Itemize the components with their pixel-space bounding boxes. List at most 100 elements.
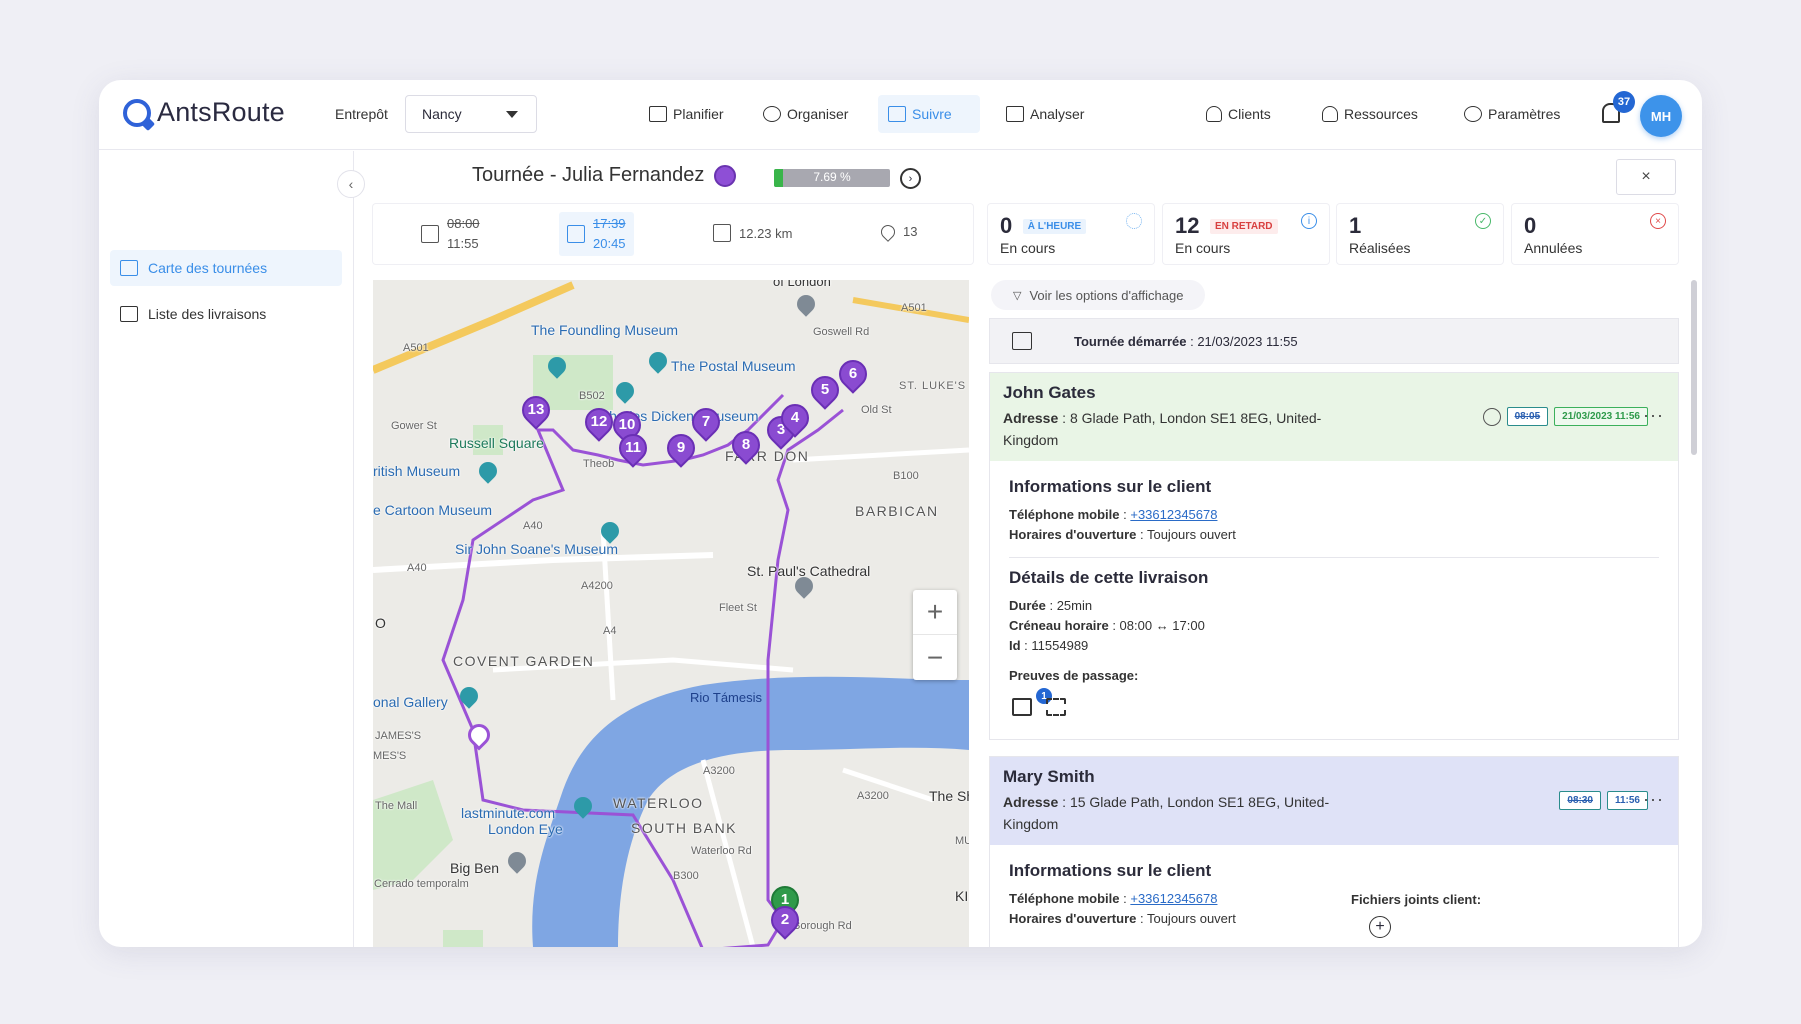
status-card-done[interactable]: 1 Réalisées ✓ bbox=[1337, 204, 1503, 264]
filter-icon: ▽ bbox=[1013, 289, 1022, 302]
avatar[interactable]: MH bbox=[1640, 95, 1682, 137]
sidebar-item-label: Liste des livraisons bbox=[148, 306, 267, 322]
nav-clients[interactable]: Clients bbox=[1196, 95, 1281, 133]
stat-stops: 13 bbox=[878, 221, 917, 242]
stop-number: 6 bbox=[848, 365, 858, 382]
time-chips: 08:30 11:56 bbox=[1559, 791, 1648, 810]
map-label-b502: B502 bbox=[579, 390, 605, 402]
map-label-londoneye: London Eye bbox=[488, 821, 563, 837]
map-label-james: JAMES'S bbox=[375, 730, 422, 742]
nav-label: Analyser bbox=[1030, 106, 1085, 122]
nav-parametres[interactable]: Paramètres bbox=[1454, 95, 1570, 133]
map-label-borough: Borough Rd bbox=[793, 920, 852, 932]
map-label-ki: KI bbox=[955, 888, 969, 904]
nav-ressources[interactable]: Ressources bbox=[1312, 95, 1428, 133]
map-label-lastminute: lastminute.com bbox=[461, 805, 556, 821]
map-label-a501: A501 bbox=[403, 342, 429, 354]
dashboard-icon bbox=[763, 106, 781, 122]
id-line: Id : 11554989 bbox=[1009, 638, 1089, 653]
status-count: 0 bbox=[1000, 213, 1013, 238]
section-title: Informations sur le client bbox=[1009, 477, 1212, 496]
planned-time-chip: 08:30 bbox=[1559, 791, 1601, 810]
nav-planifier[interactable]: Planifier bbox=[639, 95, 734, 133]
delivery-card[interactable]: Mary Smith Adresse : 15 Glade Path, Lond… bbox=[989, 756, 1679, 947]
duration-line: Durée : 25min bbox=[1009, 598, 1093, 613]
progress-text: 7.69 % bbox=[813, 170, 851, 184]
status-card-on-time[interactable]: 0 À L'HEURE En cours bbox=[988, 204, 1154, 264]
chevron-left-icon: ‹ bbox=[348, 176, 354, 192]
map-label-a4: A4 bbox=[603, 625, 617, 637]
map-label-thesh: The Sh bbox=[929, 788, 969, 804]
map-icon bbox=[120, 260, 138, 276]
time-chips: 08:05 21/03/2023 11:56 bbox=[1482, 407, 1648, 426]
collapse-sidebar-button[interactable]: ‹ bbox=[337, 170, 365, 198]
entrepot-select[interactable]: Nancy bbox=[405, 95, 537, 133]
group-icon bbox=[1206, 106, 1222, 122]
delivery-card[interactable]: John Gates Adresse : 8 Glade Path, Londo… bbox=[989, 372, 1679, 740]
nav-suivre[interactable]: Suivre bbox=[878, 95, 980, 133]
started-sep: : bbox=[1186, 333, 1198, 349]
map-label-gower: Gower St bbox=[391, 420, 437, 432]
address-label: Adresse bbox=[1003, 794, 1059, 810]
no-signature-icon[interactable] bbox=[1046, 698, 1066, 716]
slot-label: Créneau horaire bbox=[1009, 618, 1109, 633]
map-label-british: ritish Museum bbox=[373, 463, 461, 479]
flag-icon bbox=[1012, 332, 1032, 350]
stop-number: 8 bbox=[741, 436, 751, 453]
more-options-icon[interactable]: ··· bbox=[1643, 405, 1664, 426]
nav-label: Ressources bbox=[1344, 106, 1418, 122]
display-options-button[interactable]: ▽ Voir les options d'affichage bbox=[991, 280, 1206, 310]
nav-analyser[interactable]: Analyser bbox=[996, 95, 1094, 133]
zoom-in-button[interactable]: + bbox=[913, 590, 957, 635]
hours-value: Toujours ouvert bbox=[1146, 527, 1236, 542]
sidebar-item-livraisons[interactable]: Liste des livraisons bbox=[110, 296, 342, 332]
route-map[interactable]: The Foundling Museum The Postal Museum C… bbox=[373, 280, 969, 947]
tour-color-dot[interactable] bbox=[714, 164, 737, 187]
logo[interactable]: AntsRoute bbox=[123, 97, 285, 128]
nav-label: Paramètres bbox=[1488, 106, 1561, 122]
start-actual: 11:55 bbox=[447, 236, 479, 251]
distance-icon bbox=[713, 224, 731, 242]
phone-link[interactable]: +33612345678 bbox=[1130, 891, 1217, 906]
notification-badge: 37 bbox=[1613, 91, 1635, 113]
panel-scrollbar[interactable] bbox=[1691, 280, 1697, 455]
address-label: Adresse bbox=[1003, 410, 1059, 426]
map-label-foundling: The Foundling Museum bbox=[531, 322, 679, 338]
stat-start: 08:00 11:55 bbox=[421, 214, 480, 254]
logo-text: AntsRoute bbox=[157, 97, 285, 127]
next-tour-button[interactable]: › bbox=[900, 168, 921, 189]
planned-time-chip: 08:05 bbox=[1506, 407, 1549, 426]
hours-line: Horaires d'ouverture : Toujours ouvert bbox=[1009, 911, 1236, 926]
more-options-icon[interactable]: ··· bbox=[1643, 789, 1664, 810]
image-icon[interactable] bbox=[1012, 698, 1032, 716]
target-icon[interactable] bbox=[1482, 407, 1501, 426]
map-label-postal: The Postal Museum bbox=[671, 358, 796, 374]
status-card-cancelled[interactable]: 0 Annulées × bbox=[1512, 204, 1678, 264]
zoom-out-button[interactable]: − bbox=[913, 635, 957, 680]
finish-flag-icon bbox=[567, 225, 585, 243]
display-options-label: Voir les options d'affichage bbox=[1029, 287, 1184, 303]
close-button[interactable]: × bbox=[1616, 159, 1676, 195]
status-card-late[interactable]: 12 EN RETARD En cours i bbox=[1163, 204, 1329, 264]
delivery-card-header: Mary Smith Adresse : 15 Glade Path, Lond… bbox=[990, 757, 1678, 845]
map-label-stpauls: St. Paul's Cathedral bbox=[747, 563, 871, 579]
id-value: 11554989 bbox=[1031, 638, 1089, 653]
proofs-line: Preuves de passage: bbox=[1009, 666, 1659, 686]
stop-number: 2 bbox=[780, 911, 790, 928]
client-name: John Gates bbox=[1003, 383, 1096, 402]
map-label-themall: The Mall bbox=[375, 800, 418, 812]
phone-label: Téléphone mobile bbox=[1009, 891, 1120, 906]
nav-label: Planifier bbox=[673, 106, 724, 122]
hours-label: Horaires d'ouverture bbox=[1009, 527, 1137, 542]
add-file-icon[interactable]: + bbox=[1369, 916, 1391, 938]
nav-organiser[interactable]: Organiser bbox=[753, 95, 858, 133]
end-actual: 20:45 bbox=[593, 236, 626, 251]
sidebar: ‹ Carte des tournées Liste des livraison… bbox=[99, 151, 365, 947]
status-count: 12 bbox=[1175, 213, 1200, 238]
map-label-mes: MES'S bbox=[373, 750, 407, 762]
sidebar-item-carte[interactable]: Carte des tournées bbox=[110, 250, 342, 286]
signpost-icon bbox=[888, 106, 906, 122]
phone-link[interactable]: +33612345678 bbox=[1130, 507, 1217, 522]
map-label-a40: A40 bbox=[523, 520, 543, 532]
stop-number: 5 bbox=[820, 381, 830, 398]
